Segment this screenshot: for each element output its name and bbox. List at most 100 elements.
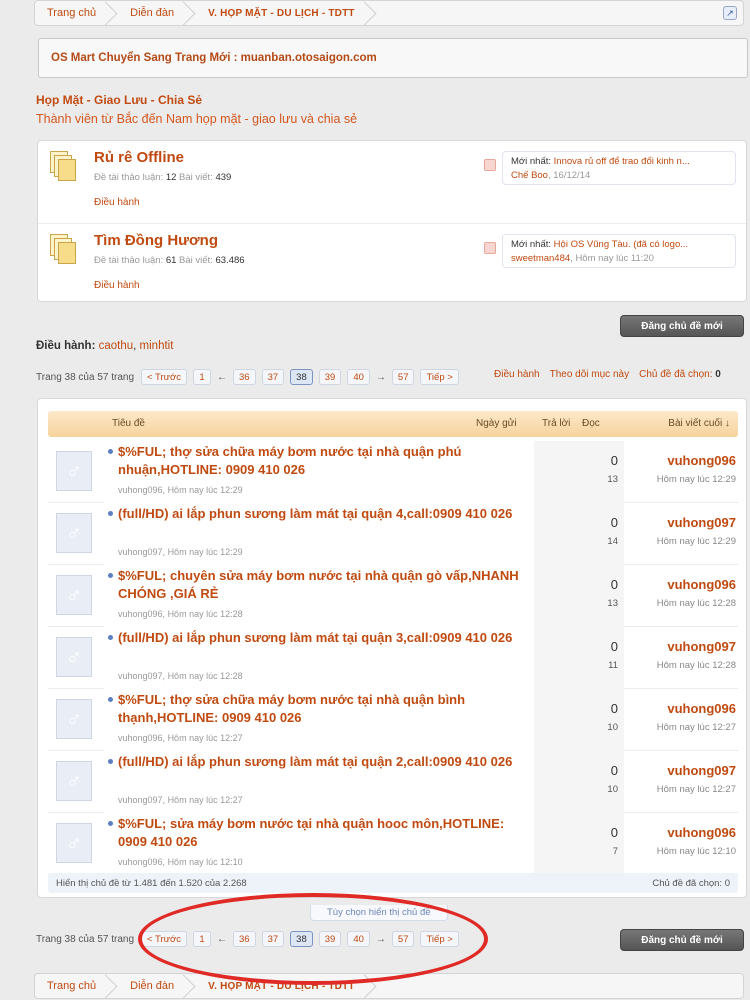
last-post-user[interactable]: vuhong096: [667, 453, 736, 468]
user-avatar-icon[interactable]: ♂: [56, 699, 92, 739]
user-avatar-icon[interactable]: ♂: [56, 637, 92, 677]
forum-item: Tìm Đồng Hương Đề tài thảo luận: 61 Bài …: [38, 223, 746, 303]
user-avatar-icon[interactable]: ♂: [56, 823, 92, 863]
page-link[interactable]: 1: [193, 369, 212, 385]
forum-moderate-link[interactable]: Điều hành: [94, 280, 140, 291]
last-post: vuhong097 Hôm nay lúc 12:27: [624, 751, 738, 813]
page-link[interactable]: 36: [233, 369, 256, 385]
col-title[interactable]: Tiêu đề: [112, 418, 145, 429]
thread-title[interactable]: (full/HD) ai lắp phun sương làm mát tại …: [118, 753, 528, 771]
thread-meta: vuhong097, Hôm nay lúc 12:27: [118, 795, 243, 805]
thread-row: ♂ $%FUL; chuyên sửa máy bơm nước tại nhà …: [48, 565, 738, 627]
view-count: 10: [607, 784, 618, 795]
page-link[interactable]: 40: [347, 931, 370, 947]
thread-author[interactable]: vuhong097: [118, 795, 163, 805]
reply-count: 0: [610, 515, 618, 530]
last-post-user[interactable]: vuhong096: [667, 577, 736, 592]
last-post-user[interactable]: vuhong097: [667, 639, 736, 654]
user-avatar-icon[interactable]: ♂: [56, 761, 92, 801]
latest-user[interactable]: sweetman484: [511, 253, 570, 264]
thread-stats: 0 11: [534, 627, 624, 689]
page-link[interactable]: 1: [193, 931, 212, 947]
thread-stats: 0 14: [534, 503, 624, 565]
forum-moderate-link[interactable]: Điều hành: [94, 197, 140, 208]
watch-forum-link[interactable]: Theo dõi mục này: [550, 369, 630, 380]
latest-time: Hôm nay lúc 11:20: [575, 253, 654, 264]
posts-label: Bài viết:: [179, 255, 213, 266]
thread-title[interactable]: $%FUL; chuyên sửa máy bơm nước tại nhà q…: [118, 567, 528, 603]
notice-text[interactable]: OS Mart Chuyển Sang Trang Mới : muanban.…: [51, 52, 377, 64]
breadcrumb-home[interactable]: Trang chủ: [35, 1, 118, 25]
breadcrumb-forums[interactable]: Diễn đàn: [118, 1, 196, 25]
breadcrumb-current[interactable]: V. HỌP MẶT - DU LỊCH - TDTT: [196, 1, 377, 25]
rss-icon[interactable]: [484, 242, 496, 254]
page-link[interactable]: 36: [233, 931, 256, 947]
last-post-time: Hôm nay lúc 12:10: [656, 846, 736, 857]
moderator-link[interactable]: minhtit: [140, 340, 174, 352]
page-link[interactable]: 37: [261, 369, 285, 385]
current-page[interactable]: 38: [290, 931, 313, 947]
last-post-user[interactable]: vuhong097: [667, 763, 736, 778]
moderate-link[interactable]: Điều hành: [494, 369, 540, 380]
thread-list: Tiêu đề Ngày gửi Trả lời Đọc Bài viết cu…: [37, 398, 747, 898]
page-link[interactable]: 39: [318, 931, 342, 947]
thread-meta: vuhong097, Hôm nay lúc 12:28: [118, 671, 243, 681]
posts-count: 439: [215, 172, 232, 183]
selected-threads-link[interactable]: Chủ đề đã chọn: 0: [639, 369, 721, 380]
thread-main: (full/HD) ai lắp phun sương làm mát tại …: [104, 751, 534, 813]
next-page-button[interactable]: Tiếp >: [420, 931, 459, 947]
view-count: 11: [608, 660, 618, 671]
thread-row: ♂ $%FUL; thợ sửa chữa máy bơm nước tại nh…: [48, 689, 738, 751]
last-post-user[interactable]: vuhong097: [667, 515, 736, 530]
thread-author[interactable]: vuhong097: [118, 671, 163, 681]
thread-author[interactable]: vuhong096: [118, 609, 163, 619]
col-start-date[interactable]: Ngày gửi: [476, 418, 517, 429]
col-last-post[interactable]: Bài viết cuối ↓: [668, 418, 730, 429]
forum-title[interactable]: Rủ rê Offline: [94, 149, 184, 166]
thread-author[interactable]: vuhong096: [118, 485, 163, 495]
reply-count: 0: [610, 453, 618, 468]
page-link[interactable]: 39: [318, 369, 342, 385]
prev-page-button[interactable]: < Trước: [141, 369, 188, 385]
thread-title[interactable]: $%FUL; thợ sửa chữa máy bơm nước tại nhà…: [118, 443, 528, 479]
thread-title[interactable]: (full/HD) ai lắp phun sương làm mát tại …: [118, 505, 528, 523]
page-link[interactable]: 57: [391, 369, 415, 385]
current-page[interactable]: 38: [290, 369, 313, 385]
latest-title[interactable]: Hội OS Vũng Tàu. (đã có logo...: [554, 239, 688, 250]
forum-title[interactable]: Tìm Đồng Hương: [94, 232, 218, 249]
next-page-button[interactable]: Tiếp >: [420, 369, 459, 385]
col-replies[interactable]: Trả lời: [542, 418, 570, 429]
latest-title[interactable]: Innova rủ off để trao đổi kinh n...: [554, 156, 690, 167]
post-new-thread-button[interactable]: Đăng chủ đề mới: [620, 315, 744, 337]
thread-title[interactable]: $%FUL; thợ sửa chữa máy bơm nước tại nhà…: [118, 691, 528, 727]
thread-row: ♂ (full/HD) ai lắp phun sương làm mát tại…: [48, 751, 738, 813]
rss-icon[interactable]: [484, 159, 496, 171]
breadcrumb-current[interactable]: V. HỌP MẶT - DU LỊCH - TDTT: [196, 974, 377, 998]
user-avatar-icon[interactable]: ♂: [56, 575, 92, 615]
breadcrumb-forums[interactable]: Diễn đàn: [118, 974, 196, 998]
post-new-thread-button[interactable]: Đăng chủ đề mới: [620, 929, 744, 951]
col-views[interactable]: Đọc: [582, 418, 600, 429]
page-link[interactable]: 57: [391, 931, 415, 947]
page-link[interactable]: 40: [347, 369, 370, 385]
pagination: Trang 38 của 57 trang < Trước 1 ← 36 37 …: [36, 367, 462, 387]
thread-title[interactable]: (full/HD) ai lắp phun sương làm mát tại …: [118, 629, 528, 647]
moderator-link[interactable]: caothu: [99, 340, 134, 352]
thread-title[interactable]: $%FUL; sửa máy bơm nước tại nhà quận hoo…: [118, 815, 528, 851]
jump-icon[interactable]: ↗: [723, 6, 737, 20]
thread-author[interactable]: vuhong097: [118, 547, 163, 557]
latest-user[interactable]: Chế Boo: [511, 170, 548, 181]
last-post-user[interactable]: vuhong096: [667, 825, 736, 840]
page-link[interactable]: 37: [261, 931, 285, 947]
breadcrumb-home[interactable]: Trang chủ: [35, 974, 118, 998]
user-avatar-icon[interactable]: ♂: [56, 513, 92, 553]
display-options-tab[interactable]: Tùy chọn hiển thị chủ đề: [310, 905, 448, 921]
prev-page-button[interactable]: < Trước: [141, 931, 188, 947]
thread-author[interactable]: vuhong096: [118, 733, 163, 743]
last-post-user[interactable]: vuhong096: [667, 701, 736, 716]
topics-label: Đề tài thảo luận:: [94, 255, 164, 266]
category-title: Họp Mặt - Giao Lưu - Chia Sẻ: [36, 93, 203, 107]
thread-author[interactable]: vuhong096: [118, 857, 163, 867]
user-avatar-icon[interactable]: ♂: [56, 451, 92, 491]
selected-threads[interactable]: Chủ đề đã chọn: 0: [652, 878, 730, 889]
